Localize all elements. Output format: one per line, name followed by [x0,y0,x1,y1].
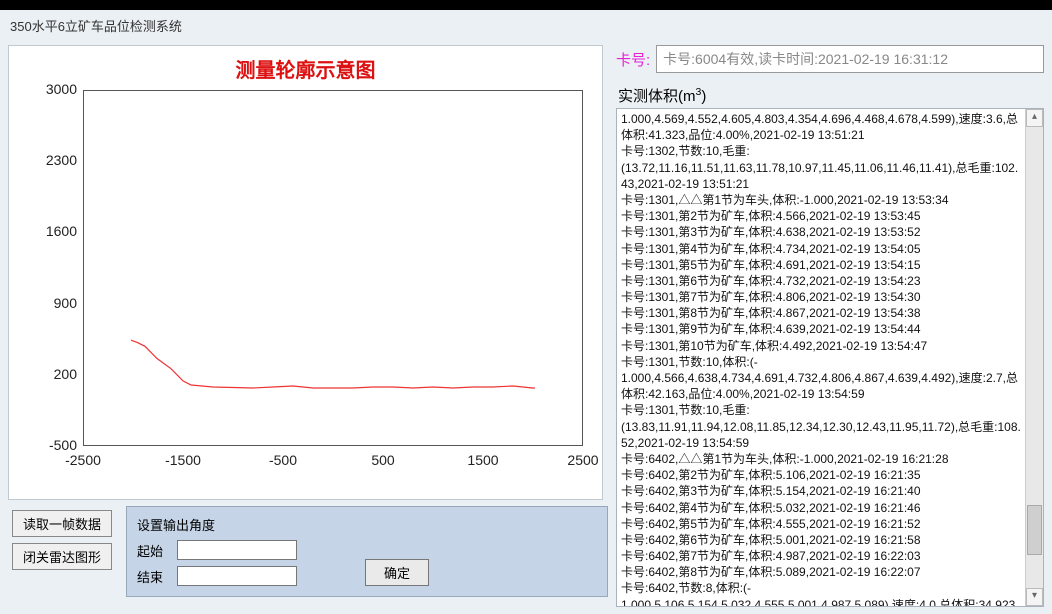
volume-header: 实测体积(m3) [618,85,1044,106]
angle-panel-title: 设置输出角度 [137,515,597,534]
scroll-track[interactable] [1026,127,1043,588]
card-row: 卡号: 卡号:6004有效,读卡时间:2021-02-19 16:31:12 [616,45,1044,73]
os-titlebar [0,0,1052,10]
card-label: 卡号: [616,49,650,70]
scroll-thumb[interactable] [1027,505,1042,555]
angle-end-input[interactable] [177,566,297,586]
read-frame-button[interactable]: 读取一帧数据 [12,510,112,537]
chart-panel: 测量轮廓示意图 300023001600900200-500-2500-1500… [8,45,603,500]
chart-title: 测量轮廓示意图 [15,54,596,83]
angle-start-input[interactable] [177,540,297,560]
scroll-up-icon[interactable]: ▴ [1026,109,1043,127]
window-title: 350水平6立矿车品位检测系统 [0,10,1052,39]
scrollbar[interactable]: ▴ ▾ [1025,109,1043,606]
scroll-down-icon[interactable]: ▾ [1026,588,1043,606]
app-window: 350水平6立矿车品位检测系统 测量轮廓示意图 3000230016009002… [0,10,1052,614]
log-panel: 1.000,4.569,4.552,4.605,4.803,4.354,4.69… [616,108,1044,607]
log-textarea[interactable]: 1.000,4.569,4.552,4.605,4.803,4.354,4.69… [617,109,1025,606]
angle-end-label: 结束 [137,567,171,586]
button-column: 读取一帧数据 闭关雷达图形 [8,506,116,597]
content-area: 测量轮廓示意图 300023001600900200-500-2500-1500… [0,39,1052,614]
close-radar-button[interactable]: 闭关雷达图形 [12,543,112,570]
chart-plot-area[interactable] [83,90,583,446]
card-field[interactable]: 卡号:6004有效,读卡时间:2021-02-19 16:31:12 [656,45,1044,73]
angle-start-label: 起始 [137,541,171,560]
control-row: 读取一帧数据 闭关雷达图形 设置输出角度 起始 结束 [8,506,608,597]
angle-panel: 设置输出角度 起始 结束 确定 [126,506,608,597]
left-column: 测量轮廓示意图 300023001600900200-500-2500-1500… [8,45,608,607]
right-column: 卡号: 卡号:6004有效,读卡时间:2021-02-19 16:31:12 实… [616,45,1044,607]
confirm-button[interactable]: 确定 [365,559,429,586]
